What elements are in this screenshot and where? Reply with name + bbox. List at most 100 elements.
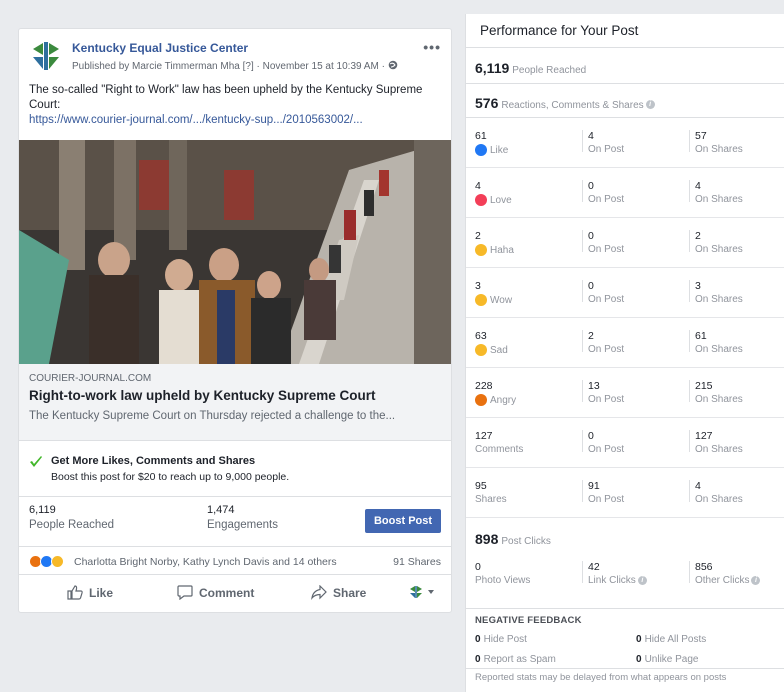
divider [689, 380, 690, 402]
other-clicks-row: Other Clicks i [695, 575, 761, 586]
reaction-total: 95 Shares [475, 480, 507, 505]
comment-icon [177, 585, 193, 600]
hide-all-value: 0 [636, 634, 642, 645]
wow-reaction-icon [475, 294, 487, 306]
on-post-label: On Post [588, 444, 625, 455]
reaction-type-row: Like [475, 144, 508, 156]
promo-title: Get More Likes, Comments and Shares [51, 455, 256, 467]
divider [689, 180, 690, 202]
page-logo[interactable] [29, 39, 63, 73]
haha-reaction-icon [475, 244, 487, 256]
like-label: Like [89, 585, 114, 600]
on-shares-value: 2 [695, 230, 701, 242]
rcs-block: 576 Reactions, Comments & Shares i [466, 84, 784, 118]
sad-reaction-icon [475, 344, 487, 356]
hide-post-value: 0 [475, 634, 481, 645]
on-post: 0 On Post [588, 180, 624, 205]
on-shares: 4 On Shares [695, 180, 743, 205]
hide-all-label: Hide All Posts [644, 634, 707, 645]
reaction-type-label: Angry [490, 394, 517, 406]
reaction-type-row: Love [475, 194, 512, 206]
more-options-icon[interactable]: ••• [423, 39, 441, 55]
on-shares-label: On Shares [695, 294, 743, 305]
engagements-value: 1,474 [207, 504, 235, 516]
reaction-total: 4 Love [475, 180, 512, 206]
on-post-value: 13 [588, 380, 600, 392]
reaction-total-value: 95 [475, 480, 487, 492]
post-text: The so-called "Right to Work" law has be… [29, 83, 429, 128]
on-post-value: 91 [588, 480, 600, 492]
like-reaction-icon [475, 144, 487, 156]
spam-label: Report as Spam [483, 654, 556, 665]
post-photo[interactable] [19, 140, 451, 364]
reactors-names[interactable]: Charlotta Bright Norby, Kathy Lynch Davi… [74, 556, 337, 568]
boost-post-button[interactable]: Boost Post [365, 509, 441, 533]
on-post: 4 On Post [588, 130, 624, 155]
on-shares-value: 4 [695, 180, 701, 192]
reaction-row: 228 Angry 13 On Post 215 On Shares [466, 368, 784, 418]
reaction-icons [29, 555, 64, 568]
post-url-link[interactable]: https://www.courier-journal.com/.../kent… [29, 113, 429, 128]
other-clicks: 856 Other Clicks i [695, 561, 761, 586]
negative-feedback-title: NEGATIVE FEEDBACK [475, 615, 582, 626]
on-shares-label: On Shares [695, 144, 743, 155]
on-post-value: 0 [588, 280, 594, 292]
on-shares: 61 On Shares [695, 330, 743, 355]
post-actions: Like Comment Share [19, 577, 451, 611]
share-button[interactable]: Share [311, 585, 366, 600]
on-post-label: On Post [588, 244, 625, 255]
reactions-summary[interactable]: Charlotta Bright Norby, Kathy Lynch Davi… [19, 549, 451, 575]
on-shares: 2 On Shares [695, 230, 743, 255]
globe-icon [388, 60, 397, 70]
thumbs-up-icon [67, 585, 83, 600]
stat-engagements: 1,474 Engagements [207, 504, 278, 531]
link-clicks-label: Link Clicks [588, 575, 636, 586]
hide-post: 0 Hide Post [475, 634, 527, 645]
on-shares-label: On Shares [695, 444, 743, 455]
link-domain: COURIER-JOURNAL.COM [29, 373, 152, 384]
angry-reaction-icon [475, 394, 487, 406]
link-title[interactable]: Right-to-work law upheld by Kentucky Sup… [29, 388, 376, 403]
performance-title: Performance for Your Post [466, 14, 784, 48]
reaction-total-value: 127 [475, 430, 493, 442]
info-icon[interactable]: i [751, 576, 761, 585]
comment-button[interactable]: Comment [177, 585, 254, 600]
reaction-type-label: Shares [475, 494, 507, 505]
on-post-value: 0 [588, 430, 594, 442]
people-reached-summary: 6,119 People Reached [475, 60, 586, 76]
on-post-label: On Post [588, 294, 625, 305]
link-preview[interactable]: COURIER-JOURNAL.COM Right-to-work law up… [19, 364, 451, 441]
divider [582, 480, 583, 502]
on-shares: 215 On Shares [695, 380, 743, 405]
perf-people-reached-label: People Reached [512, 65, 587, 76]
reaction-type-row: Angry [475, 394, 516, 406]
on-post: 2 On Post [588, 330, 624, 355]
reaction-total-value: 61 [475, 130, 487, 142]
page-name[interactable]: Kentucky Equal Justice Center [72, 41, 248, 55]
info-icon[interactable]: i [637, 576, 647, 585]
reaction-type-label: Comments [475, 444, 524, 455]
love-reaction-icon [475, 194, 487, 206]
on-post: 91 On Post [588, 480, 624, 505]
on-post-value: 0 [588, 230, 594, 242]
people-reached-value: 6,119 [29, 504, 56, 516]
shares-count[interactable]: 91 Shares [393, 556, 441, 568]
like-button[interactable]: Like [67, 585, 113, 600]
page-selector[interactable] [409, 585, 441, 599]
share-icon [311, 585, 327, 600]
unlike-label: Unlike Page [644, 654, 699, 665]
reaction-type-row: Sad [475, 344, 508, 356]
people-reached-block: 6,119 People Reached [466, 48, 784, 84]
page-avatar-icon [410, 586, 422, 598]
reaction-total-value: 228 [475, 380, 493, 392]
on-post-label: On Post [588, 144, 625, 155]
post-clicks-block: 898 Post Clicks 0 Photo Views 42 Link Cli… [466, 519, 784, 609]
rcs-label: Reactions, Comments & Shares [501, 100, 644, 111]
post-header: Kentucky Equal Justice Center Published … [29, 39, 441, 79]
reaction-total: 228 Angry [475, 380, 516, 406]
divider [689, 330, 690, 352]
reaction-row: 95 Shares 91 On Post 4 On Shares [466, 468, 784, 518]
divider [582, 330, 583, 352]
negative-feedback-block: NEGATIVE FEEDBACK 0 Hide Post 0 Hide All P… [466, 609, 784, 669]
info-icon[interactable]: i [645, 99, 655, 109]
